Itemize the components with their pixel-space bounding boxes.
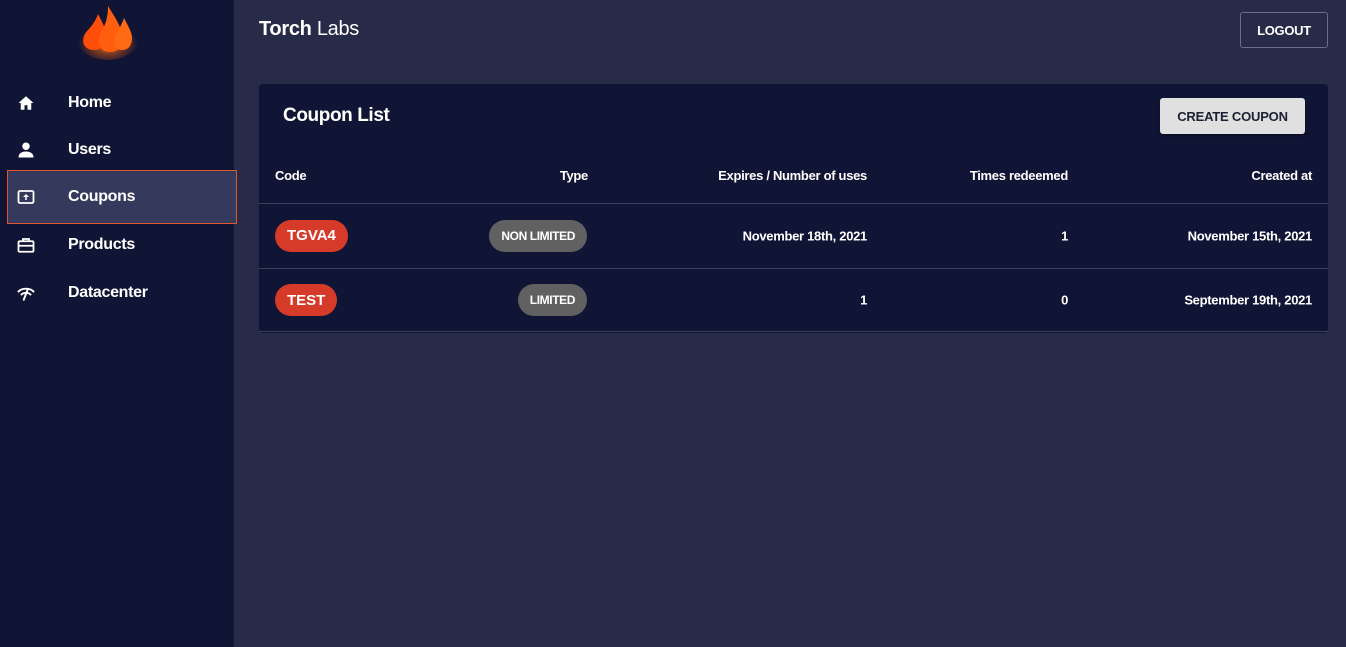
created-at-cell: November 15th, 2021 bbox=[1187, 228, 1313, 243]
column-header-created-at[interactable]: Created at bbox=[1251, 168, 1312, 183]
expires-cell: 1 bbox=[860, 292, 867, 308]
coupon-type-chip: LIMITED bbox=[517, 284, 587, 316]
column-header-code[interactable]: Code bbox=[275, 168, 307, 183]
coupon-list-card: Coupon List CREATE COUPON Code Type Expi… bbox=[259, 84, 1328, 333]
sidebar-item-label: Coupons bbox=[68, 188, 136, 205]
wifi-icon bbox=[16, 283, 36, 303]
sidebar: Home Users Coupons Products Datacenter bbox=[0, 0, 237, 647]
briefcase-icon bbox=[16, 235, 36, 255]
sidebar-item-datacenter[interactable]: Datacenter bbox=[8, 269, 236, 317]
sidebar-item-label: Users bbox=[68, 141, 111, 158]
sidebar-item-label: Datacenter bbox=[68, 284, 148, 301]
home-icon bbox=[16, 93, 36, 113]
table-row[interactable]: TGVA4 NON LIMITED November 18th, 2021 1 … bbox=[259, 203, 1328, 267]
create-coupon-button[interactable]: CREATE COUPON bbox=[1160, 98, 1305, 134]
torch-logo-icon[interactable] bbox=[76, 4, 140, 60]
coupon-icon bbox=[16, 187, 36, 207]
card-title: Coupon List bbox=[283, 105, 390, 126]
coupon-code-chip: TEST bbox=[275, 284, 338, 316]
sidebar-item-label: Products bbox=[68, 236, 135, 253]
page-title: Torch Labs bbox=[259, 18, 359, 41]
created-at-cell: September 19th, 2021 bbox=[1184, 292, 1312, 308]
sidebar-item-users[interactable]: Users bbox=[8, 126, 236, 174]
sidebar-item-home[interactable]: Home bbox=[8, 79, 236, 127]
sidebar-item-coupons[interactable]: Coupons bbox=[7, 170, 237, 224]
column-header-times-redeemed[interactable]: Times redeemed bbox=[970, 168, 1068, 183]
times-redeemed-cell: 0 bbox=[1061, 292, 1068, 308]
coupon-type-chip: NON LIMITED bbox=[489, 219, 587, 252]
user-icon bbox=[16, 140, 36, 160]
times-redeemed-cell: 1 bbox=[1061, 228, 1068, 243]
logout-button[interactable]: LOGOUT bbox=[1240, 12, 1328, 48]
column-header-type[interactable]: Type bbox=[560, 168, 588, 183]
expires-cell: November 18th, 2021 bbox=[742, 228, 868, 243]
column-header-expires[interactable]: Expires / Number of uses bbox=[718, 168, 867, 183]
sidebar-item-products[interactable]: Products bbox=[8, 221, 236, 269]
brand-rest: Labs bbox=[311, 18, 360, 40]
table-row[interactable]: TEST LIMITED 1 0 September 19th, 2021 bbox=[259, 268, 1328, 332]
brand-bold: Torch bbox=[259, 18, 312, 40]
sidebar-item-label: Home bbox=[68, 94, 112, 111]
coupon-code-chip: TGVA4 bbox=[275, 219, 348, 252]
